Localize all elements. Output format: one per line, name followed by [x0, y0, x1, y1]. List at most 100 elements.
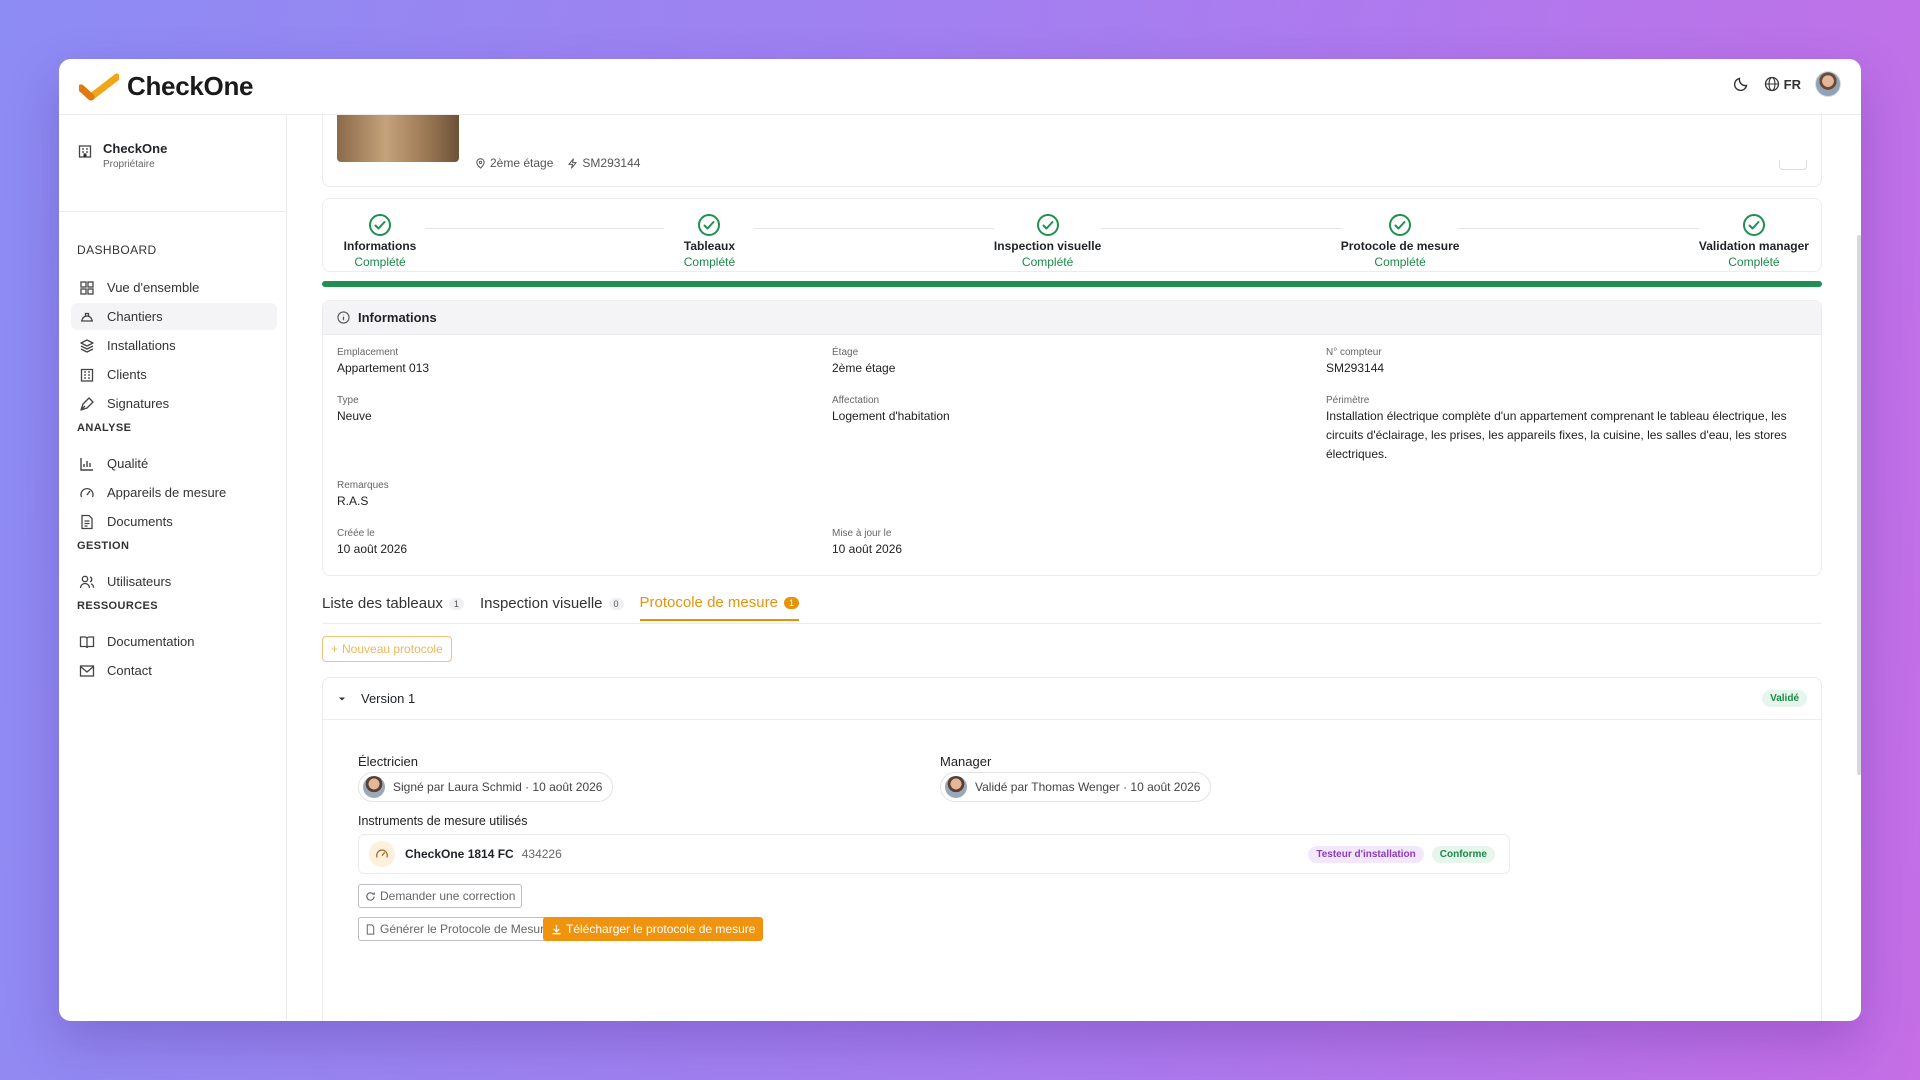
sidebar-item-qualite[interactable]: Qualité [71, 450, 277, 477]
informations-card: Informations Emplacement Appartement 013… [322, 300, 1822, 576]
sidebar-item-label: Clients [107, 367, 147, 382]
tab-protocole[interactable]: Protocole de mesure 1 [639, 594, 799, 621]
step-status: Complété [683, 255, 736, 269]
main-content: 2ème étage SM293144 Informations Complét… [287, 105, 1861, 1021]
sidebar-item-label: Utilisateurs [107, 574, 172, 589]
generate-protocol-dropdown[interactable]: Générer le Protocole de Mesure [358, 917, 570, 941]
field-value-emplacement: Appartement 013 [337, 361, 430, 375]
info-icon [337, 311, 350, 324]
version-header[interactable]: Version 1 Validé [323, 678, 1821, 720]
step-inspection[interactable]: Inspection visuelle Complété [993, 213, 1102, 269]
sidebar-item-chantiers[interactable]: Chantiers [71, 303, 277, 330]
manager-signature-text: Validé par Thomas Wenger · 10 août 2026 [975, 780, 1201, 794]
field-value-cree: 10 août 2026 [337, 542, 408, 556]
instrument-type-badge: Testeur d'installation [1308, 845, 1424, 863]
sidebar-item-label: Chantiers [107, 309, 163, 324]
user-avatar[interactable] [1815, 71, 1841, 97]
step-validation[interactable]: Validation manager Complété [1698, 213, 1809, 269]
logo[interactable]: CheckOne [77, 71, 254, 102]
step-title: Informations [343, 239, 417, 253]
org-name: CheckOne [103, 141, 168, 156]
field-value-affectation: Logement d'habitation [832, 409, 950, 423]
manager-signature[interactable]: Validé par Thomas Wenger · 10 août 2026 [940, 772, 1212, 802]
floor-text: 2ème étage [490, 156, 554, 170]
step-title: Validation manager [1698, 239, 1809, 253]
top-bar: CheckOne FR [59, 59, 1861, 115]
language-label: FR [1783, 76, 1801, 92]
scrollbar[interactable] [1857, 235, 1861, 775]
electricien-signature-text: Signé par Laura Schmid · 10 août 2026 [393, 780, 603, 794]
check-circle-icon [1036, 214, 1059, 236]
step-tableaux[interactable]: Tableaux Complété [664, 213, 755, 269]
step-status: Complété [1374, 255, 1426, 269]
section-ressources: RESSOURCES [77, 600, 159, 612]
tab-tableaux[interactable]: Liste des tableaux 1 [322, 594, 464, 621]
field-value-maj: 10 août 2026 [832, 542, 903, 556]
download-protocol-button[interactable]: Télécharger le protocole de mesure [543, 917, 764, 941]
lightning-icon [568, 157, 578, 169]
new-protocol-button[interactable]: + Nouveau protocole [322, 636, 452, 662]
tab-label: Liste des tableaux [322, 595, 443, 612]
sidebar-item-installations[interactable]: Installations [71, 332, 277, 359]
avatar [945, 776, 967, 798]
building-icon [78, 145, 92, 158]
users-icon [79, 575, 95, 588]
chantier-photo[interactable] [337, 108, 459, 162]
request-correction-button[interactable]: Demander une correction [358, 884, 523, 908]
sidebar-item-label: Qualité [107, 456, 149, 471]
avatar [363, 776, 385, 798]
sidebar-item-clients[interactable]: Clients [71, 361, 277, 388]
instrument-name: CheckOne 1814 FC [405, 847, 514, 861]
progress-bar [322, 281, 1822, 287]
sidebar-item-appareils[interactable]: Appareils de mesure [71, 479, 277, 506]
sidebar-item-label: Documentation [107, 634, 195, 649]
layers-icon [80, 338, 94, 353]
sidebar-item-overview[interactable]: Vue d'ensemble [71, 274, 277, 301]
sidebar-item-utilisateurs[interactable]: Utilisateurs [71, 568, 277, 595]
header-action-button[interactable] [1779, 160, 1807, 170]
section-gestion: GESTION [77, 540, 130, 552]
check-circle-icon [1742, 214, 1765, 236]
organization-switcher[interactable]: CheckOne Propriétaire [77, 141, 167, 170]
plus-icon: + [331, 642, 339, 656]
request-correction-label: Demander une correction [380, 889, 516, 903]
file-icon [366, 923, 375, 935]
manager-label: Manager [940, 754, 992, 769]
sidebar-item-signatures[interactable]: Signatures [71, 390, 277, 417]
tab-label: Inspection visuelle [479, 595, 603, 612]
field-value-type: Neuve [337, 409, 372, 423]
tab-inspection[interactable]: Inspection visuelle 0 [480, 594, 624, 621]
chantier-header-card: 2ème étage SM293144 [322, 105, 1822, 187]
step-protocole[interactable]: Protocole de mesure Complété [1340, 213, 1460, 269]
field-label: Remarques [337, 480, 389, 491]
sidebar-item-label: Vue d'ensemble [107, 280, 200, 295]
dark-mode-icon[interactable] [1733, 75, 1750, 94]
instruments-label: Instruments de mesure utilisés [358, 814, 528, 828]
pen-tool-icon [80, 396, 94, 411]
field-label: Créée le [337, 528, 375, 539]
step-informations[interactable]: Informations Complété [335, 213, 425, 269]
globe-icon [1764, 76, 1779, 92]
sidebar-item-label: Installations [107, 338, 176, 353]
version-card: Version 1 Validé Électricien Signé par L… [322, 677, 1822, 1021]
step-title: Tableaux [683, 239, 736, 253]
status-badge: Validé [1762, 690, 1807, 707]
gauge-icon [80, 487, 94, 497]
instrument-serial: 434226 [521, 847, 562, 861]
field-value-compteur: SM293144 [1326, 361, 1385, 375]
download-protocol-label: Télécharger le protocole de mesure [566, 922, 756, 936]
field-value-etage: 2ème étage [832, 361, 896, 375]
gauge-icon [369, 841, 395, 867]
sidebar-item-label: Contact [107, 663, 152, 678]
new-protocol-label: Nouveau protocole [342, 642, 443, 656]
tab-divider [322, 623, 1822, 624]
divider [59, 211, 286, 212]
sidebar-item-contact[interactable]: Contact [71, 657, 277, 684]
language-selector[interactable]: FR [1764, 76, 1801, 92]
electricien-signature[interactable]: Signé par Laura Schmid · 10 août 2026 [358, 772, 614, 802]
sidebar-item-documents[interactable]: Documents [71, 508, 277, 535]
sidebar-item-documentation[interactable]: Documentation [71, 628, 277, 655]
field-label: Périmètre [1326, 395, 1370, 406]
instrument-row[interactable]: CheckOne 1814 FC 434226 Testeur d'instal… [358, 834, 1510, 874]
step-status: Complété [354, 255, 406, 269]
